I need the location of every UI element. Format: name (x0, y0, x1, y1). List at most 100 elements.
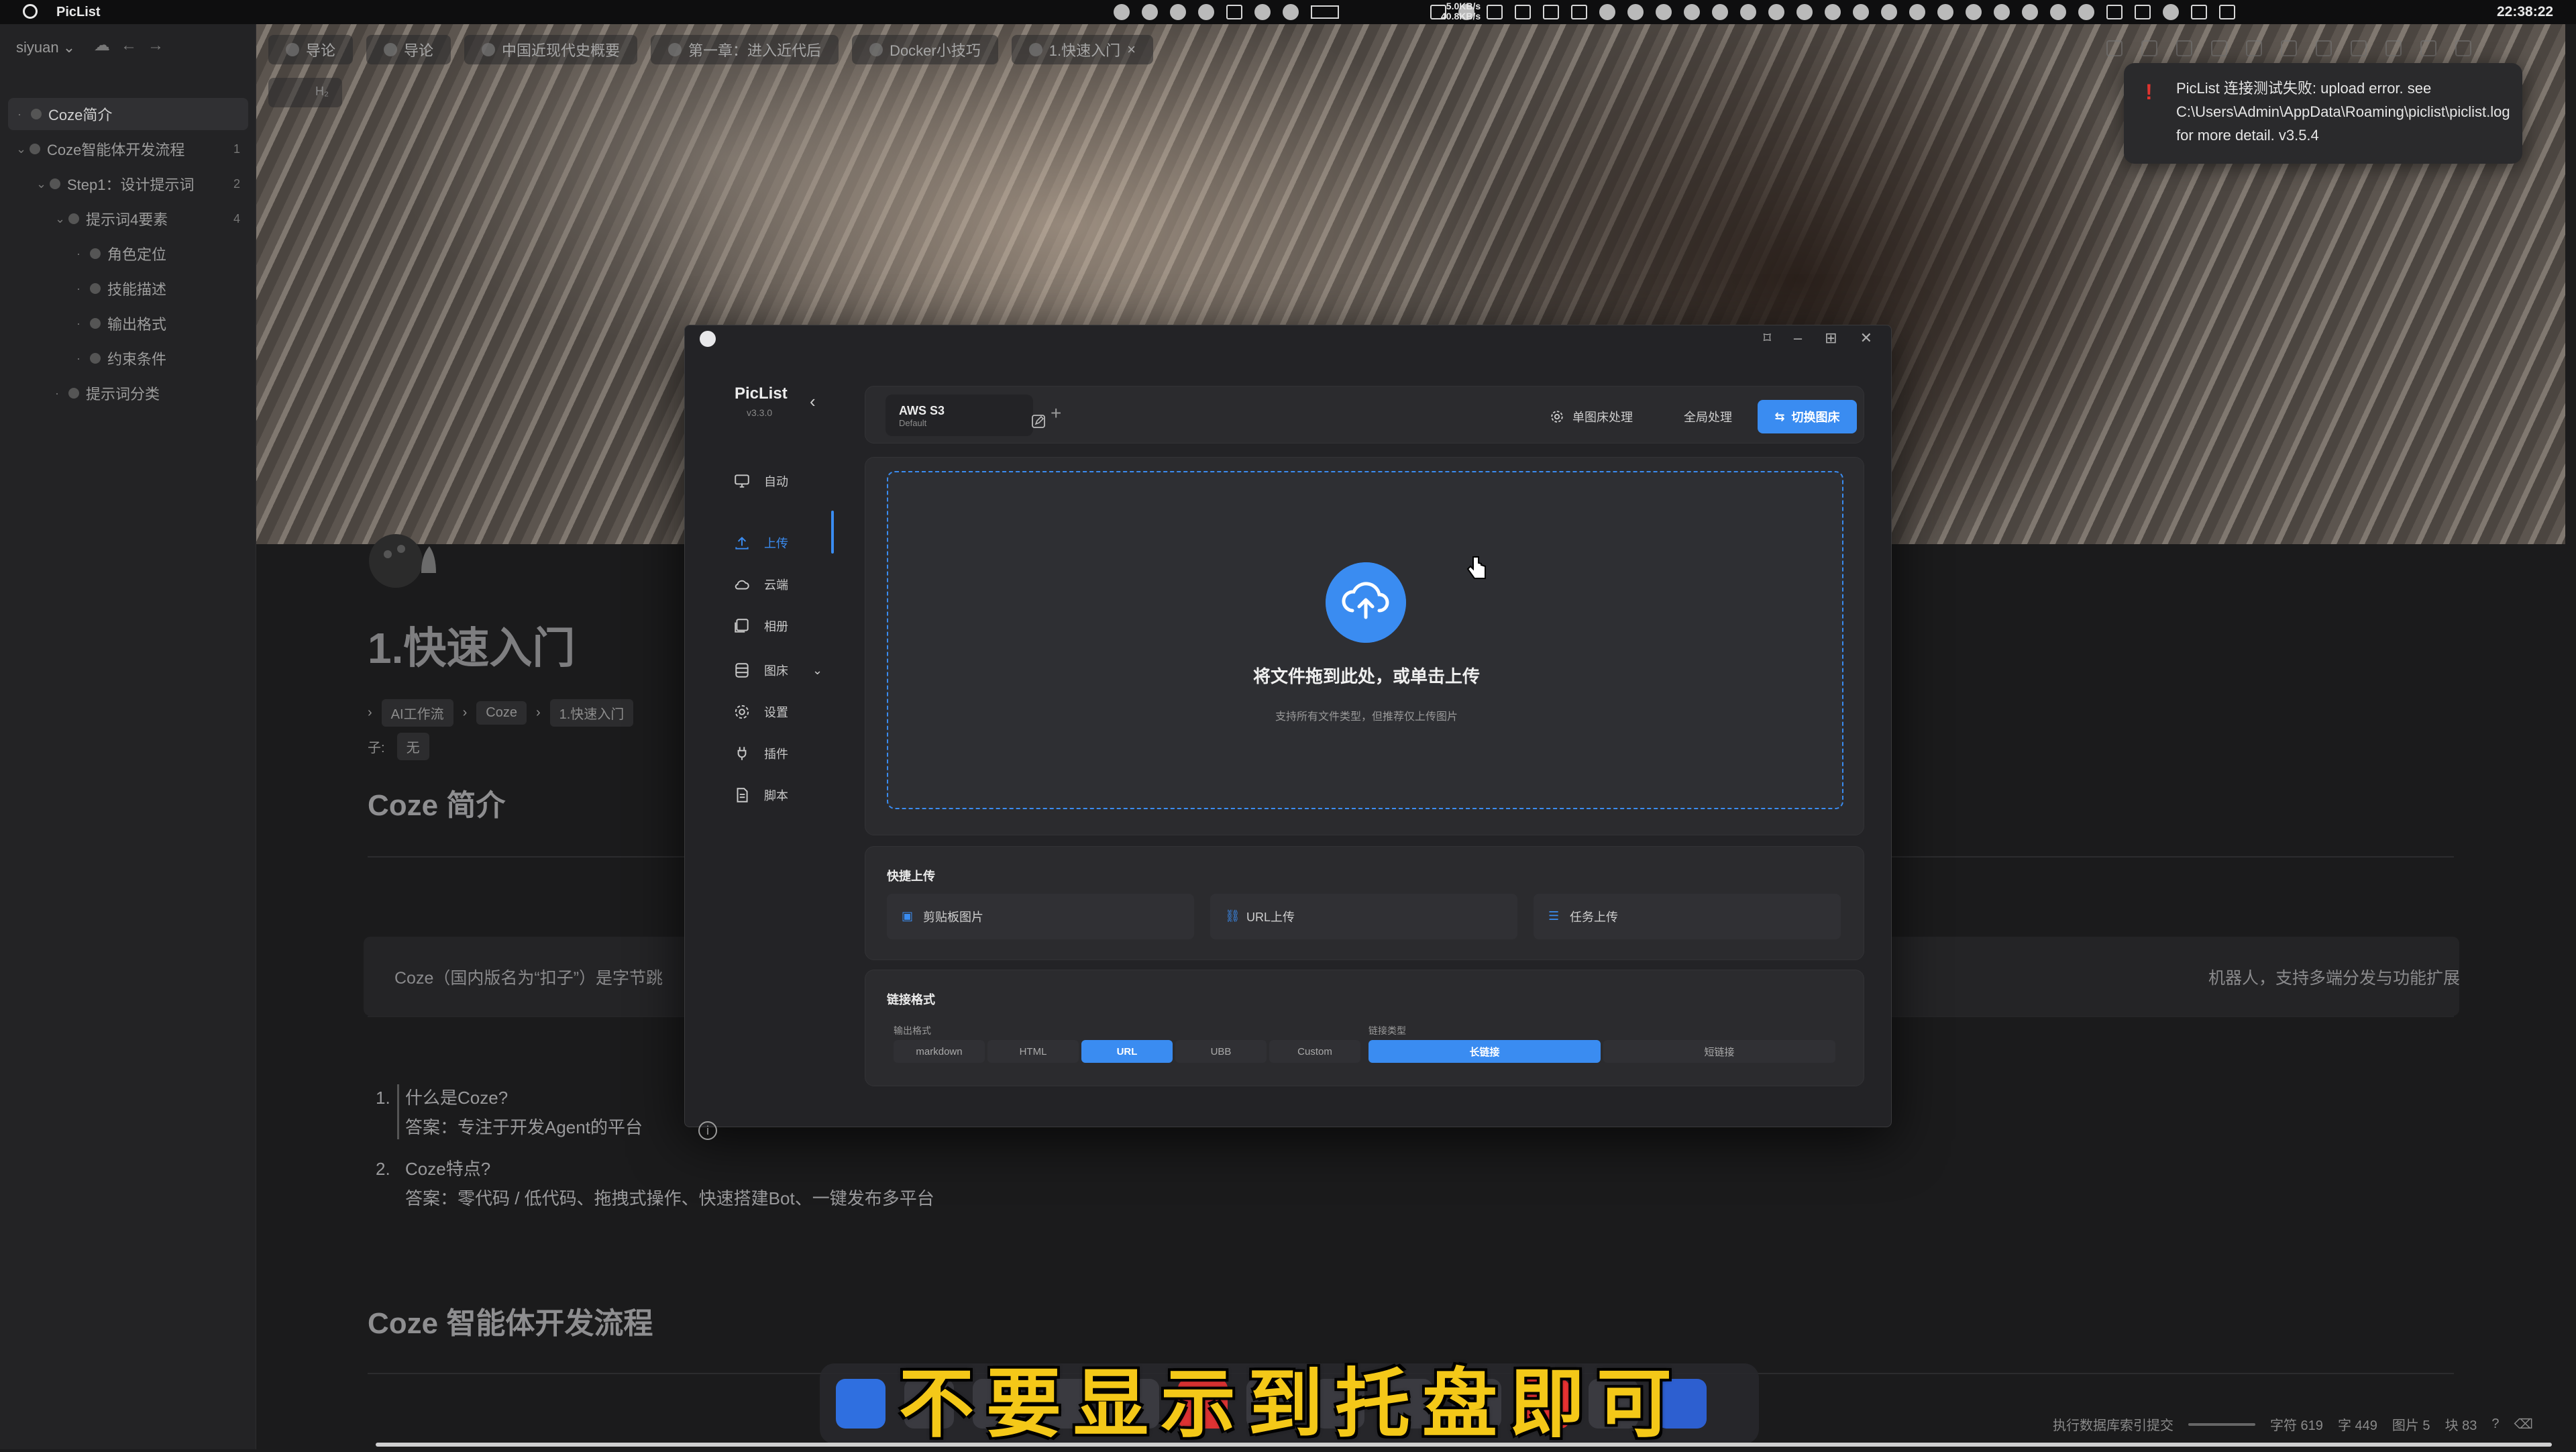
panel-icon[interactable] (2385, 40, 2402, 56)
outline-item[interactable]: · 输出格式 (0, 307, 256, 340)
nav-settings[interactable]: 设置 (733, 698, 827, 725)
task-upload-button[interactable]: ☰ 任务上传 (1534, 894, 1841, 939)
zoom-slider[interactable] (2188, 1422, 2255, 1426)
clipboard-upload-button[interactable]: ▣ 剪贴板图片 (887, 894, 1194, 939)
tray-app-icon[interactable] (1740, 4, 1756, 20)
tray-app-icon[interactable] (1170, 4, 1186, 20)
tray-app-icon[interactable] (1909, 4, 1925, 20)
doc-tab[interactable]: 导论 (366, 35, 451, 64)
doc-tab[interactable]: Docker小技巧 (852, 35, 998, 64)
tag[interactable]: 1.快速入门 (549, 699, 634, 727)
tray-app-icon[interactable] (1254, 4, 1271, 20)
workspace-switcher[interactable]: siyuan ⌄ (16, 39, 75, 56)
format-option-url[interactable]: URL (1081, 1040, 1173, 1063)
tray-app-icon[interactable] (1571, 5, 1587, 19)
outline-item[interactable]: ⌄ 提示词4要素 4 (0, 203, 256, 235)
tray-app-icon[interactable] (1684, 4, 1700, 20)
error-notification[interactable]: ! PicList 连接测试失败: upload error. see C:\U… (2124, 63, 2522, 164)
tray-app-icon[interactable] (1966, 4, 1982, 20)
search-icon[interactable] (2351, 40, 2367, 56)
info-icon[interactable]: i (698, 1121, 717, 1140)
tray-app-icon[interactable] (1656, 4, 1672, 20)
doc-breadcrumb[interactable]: H₂ (268, 78, 342, 107)
tray-app-icon[interactable] (1937, 4, 1953, 20)
help-icon[interactable]: ? (2491, 1416, 2499, 1432)
tray-app-icon[interactable] (1599, 4, 1615, 20)
heading-coze-flow[interactable]: Coze 智能体开发流程 (368, 1299, 653, 1342)
delete-icon[interactable]: ⌫ (2514, 1416, 2533, 1433)
nav-auto[interactable]: 自动 (733, 468, 827, 495)
tray-app-icon[interactable] (1142, 4, 1158, 20)
link-type-short[interactable]: 短链接 (1603, 1040, 1835, 1063)
upload-dropzone[interactable]: 将文件拖到此处，或单击上传 支持所有文件类型，但推荐仅上传图片 (887, 471, 1843, 809)
tray-app-icon[interactable] (1627, 4, 1644, 20)
outline-item[interactable]: · 技能描述 (0, 272, 256, 305)
doc-tab-active[interactable]: 1.快速入门 × (1011, 35, 1153, 64)
maximize-icon[interactable]: ⊞ (1825, 329, 1837, 347)
global-process-button[interactable]: 全局处理 (1684, 403, 1732, 431)
list-item[interactable]: 1. 什么是Coze? 答案：专注于开发Agent的平台 (376, 1084, 643, 1139)
collapse-sidebar-icon[interactable]: ‹ (810, 391, 816, 412)
list-icon[interactable] (2246, 40, 2262, 56)
tray-app-icon[interactable] (1768, 4, 1784, 20)
display-icon[interactable] (2135, 5, 2151, 19)
heading-coze-intro[interactable]: Coze 简介 (368, 781, 505, 824)
tray-app-icon[interactable] (1226, 5, 1242, 19)
format-option-ubb[interactable]: UBB (1175, 1040, 1267, 1063)
forward-arrow-icon[interactable]: → (148, 38, 164, 54)
nav-upload[interactable]: 上传 (733, 529, 827, 556)
minimize-icon[interactable]: – (1794, 329, 1802, 347)
pin-icon[interactable]: ⌑ (1764, 329, 1771, 347)
nav-picbed[interactable]: 图床 ⌄ (733, 657, 834, 684)
tray-app-icon[interactable] (1825, 4, 1841, 20)
tray-app-icon[interactable] (1994, 4, 2010, 20)
doc-tab[interactable]: 导论 (268, 35, 354, 64)
tray-app-icon[interactable] (1515, 5, 1531, 19)
outline-item[interactable]: · 约束条件 (0, 342, 256, 374)
tray-app-icon[interactable] (1283, 4, 1299, 20)
outline-item[interactable]: · 角色定位 (0, 238, 256, 270)
format-option-custom[interactable]: Custom (1269, 1040, 1360, 1063)
bluetooth-icon[interactable] (2078, 4, 2094, 20)
finder-app-icon[interactable] (836, 1379, 885, 1429)
file-icon[interactable] (2211, 40, 2227, 56)
switch-picbed-button[interactable]: ⇆ 切换图床 (1758, 400, 1857, 433)
pin-icon[interactable] (2176, 40, 2192, 56)
doc-emoji-icon[interactable] (368, 522, 448, 589)
microphone-icon[interactable] (2050, 4, 2066, 20)
nav-cloud[interactable]: 云端 (733, 571, 827, 598)
close-icon[interactable] (2455, 40, 2471, 56)
wifi-icon[interactable] (2106, 5, 2123, 19)
battery-icon[interactable] (1311, 5, 1339, 19)
edit-icon[interactable] (1030, 413, 1046, 429)
cloud-sync-icon[interactable]: ☁ (94, 38, 110, 54)
list-item[interactable]: 2. Coze特点? 答案：零代码 / 低代码、拖拽式操作、快速搭建Bot、一键发… (376, 1155, 934, 1208)
doc-tab[interactable]: 中国近现代史概要 (464, 35, 638, 64)
format-option-html[interactable]: HTML (987, 1040, 1079, 1063)
doc-tab[interactable]: 第一章：进入近代后 (651, 35, 839, 64)
tray-app-icon[interactable] (1198, 4, 1214, 20)
doc-title[interactable]: 1.快速入门 (368, 614, 575, 676)
tray-app-icon[interactable] (2022, 4, 2038, 20)
outline-item[interactable]: · Coze简介 (8, 98, 248, 130)
outline-item[interactable]: ⌄ Coze智能体开发流程 1 (0, 133, 256, 165)
tray-app-icon[interactable] (1712, 4, 1728, 20)
outline-icon[interactable] (2281, 40, 2297, 56)
tray-app-icon[interactable] (1853, 4, 1869, 20)
piclist-titlebar[interactable]: ⌑ – ⊞ ✕ (685, 325, 1892, 350)
add-picbed-icon[interactable]: + (1051, 403, 1061, 424)
link-type-long[interactable]: 长链接 (1368, 1040, 1601, 1063)
close-icon[interactable]: ✕ (1860, 329, 1872, 347)
attr-value[interactable]: 无 (396, 733, 429, 760)
dropdown-icon[interactable] (2141, 40, 2157, 56)
control-center-icon[interactable] (2219, 5, 2235, 19)
tray-app-icon[interactable] (1114, 4, 1130, 20)
url-upload-button[interactable]: ⛓ URL上传 (1210, 894, 1517, 939)
current-picbed[interactable]: AWS S3 Default (885, 395, 1045, 436)
clock[interactable]: 22:38:22 (2497, 4, 2553, 20)
tray-app-icon[interactable] (1487, 5, 1503, 19)
outline-item[interactable]: ⌄ Step1：设计提示词 2 (0, 168, 256, 200)
outline-item[interactable]: · 提示词分类 (0, 377, 256, 409)
input-method-icon[interactable] (2191, 5, 2207, 19)
tag[interactable]: Coze (476, 701, 527, 725)
